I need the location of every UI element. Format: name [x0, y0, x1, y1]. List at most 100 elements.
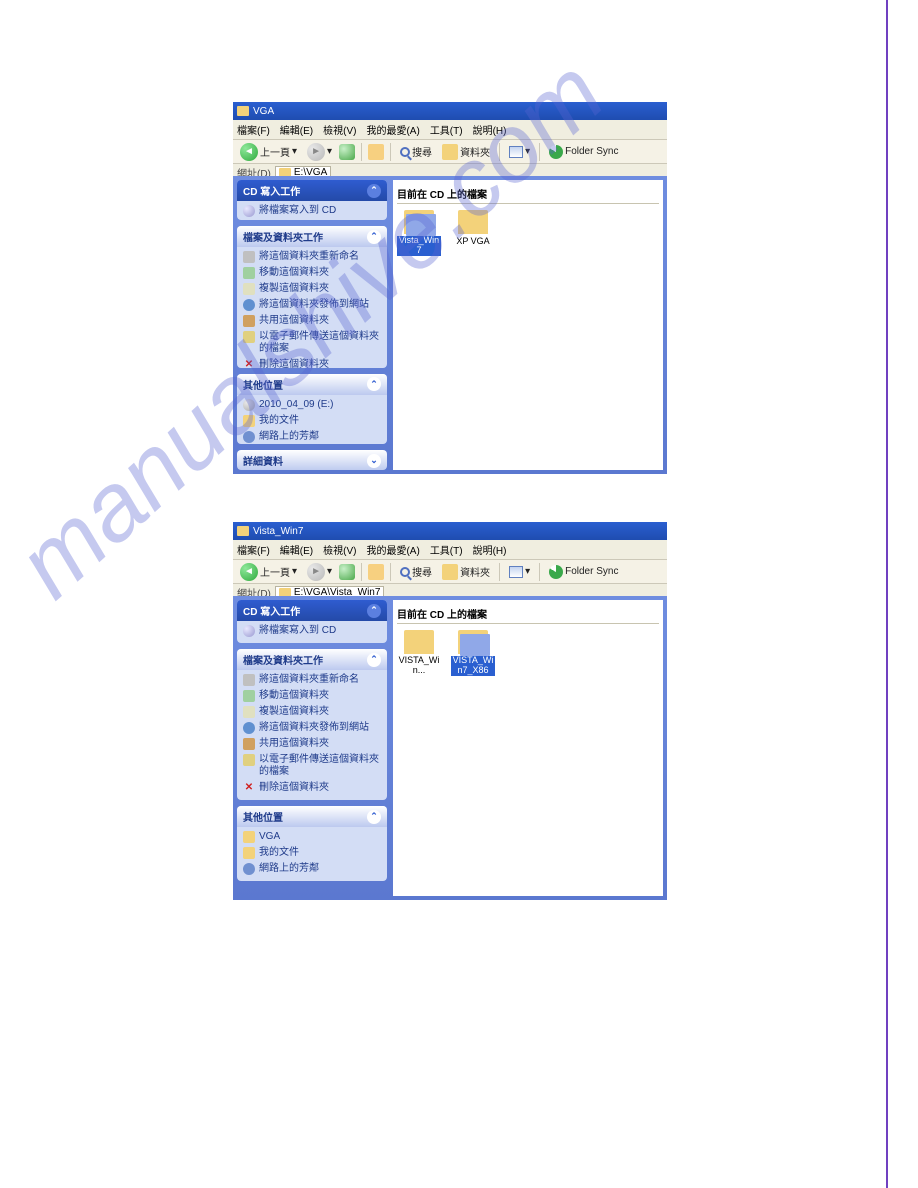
menu-favorites[interactable]: 我的最愛(A): [366, 542, 419, 557]
home-button[interactable]: [368, 564, 384, 580]
delete-icon: ✕: [243, 359, 255, 368]
task-rename[interactable]: 將這個資料夾重新命名: [243, 251, 381, 263]
folder-item[interactable]: VISTA_Win...: [397, 630, 441, 676]
place-docs[interactable]: 我的文件: [243, 415, 381, 427]
search-icon: [400, 567, 410, 577]
task-label: 將這個資料夾重新命名: [259, 251, 359, 263]
task-email[interactable]: 以電子郵件傳送這個資料夾的檔案: [243, 754, 381, 778]
panel-body: 將檔案寫入到 CD: [237, 201, 387, 220]
task-label: 將這個資料夾重新命名: [259, 674, 359, 686]
foldersync-button[interactable]: Folder Sync: [546, 564, 621, 580]
menu-help[interactable]: 說明(H): [473, 542, 507, 557]
task-publish[interactable]: 將這個資料夾發佈到網站: [243, 722, 381, 734]
menu-favorites[interactable]: 我的最愛(A): [366, 122, 419, 137]
search-label: 搜尋: [412, 564, 432, 579]
window-title: Vista_Win7: [253, 526, 303, 537]
chevron-up-icon: ⌃: [367, 184, 381, 198]
folder-item[interactable]: VISTA_Win7_X86: [451, 630, 495, 676]
task-delete[interactable]: ✕刪除這個資料夾: [243, 359, 381, 368]
window-body: CD 寫入工作 ⌃ 將檔案寫入到 CD 檔案及資料夾工作 ⌃ 將這個資料夾重新命…: [233, 596, 667, 900]
back-arrow-icon: ◄: [240, 143, 258, 161]
home-button[interactable]: [368, 144, 384, 160]
globe-icon: [243, 722, 255, 734]
place-vga[interactable]: VGA: [243, 831, 381, 843]
menubar: 檔案(F) 編輯(E) 檢視(V) 我的最愛(A) 工具(T) 說明(H): [233, 540, 667, 560]
task-copy[interactable]: 複製這個資料夾: [243, 706, 381, 718]
panel-body: 將這個資料夾重新命名 移動這個資料夾 複製這個資料夾 將這個資料夾發佈到網站 共…: [237, 247, 387, 368]
folder-icon: [458, 630, 488, 654]
place-network[interactable]: 網路上的芳鄰: [243, 863, 381, 875]
panel-header-file[interactable]: 檔案及資料夾工作 ⌃: [237, 649, 387, 670]
back-button[interactable]: ◄ 上一頁 ▾: [237, 142, 300, 162]
titlebar[interactable]: VGA: [233, 102, 667, 120]
task-share[interactable]: 共用這個資料夾: [243, 738, 381, 750]
up-button[interactable]: [339, 564, 355, 580]
place-drive[interactable]: 2010_04_09 (E:): [243, 399, 381, 411]
menu-view[interactable]: 檢視(V): [323, 542, 356, 557]
toolbar-separator: [361, 563, 362, 581]
toolbar-separator: [499, 143, 500, 161]
task-copy[interactable]: 複製這個資料夾: [243, 283, 381, 295]
copy-icon: [243, 283, 255, 295]
content-pane[interactable]: 目前在 CD 上的檔案 VISTA_Win... VISTA_Win7_X86: [393, 600, 663, 896]
menu-edit[interactable]: 編輯(E): [280, 542, 313, 557]
place-label: 網路上的芳鄰: [259, 431, 319, 443]
search-button[interactable]: 搜尋: [397, 563, 435, 580]
panel-header-other[interactable]: 其他位置 ⌃: [237, 374, 387, 395]
folder-label: VISTA_Win...: [397, 656, 441, 676]
panel-header-cd[interactable]: CD 寫入工作 ⌃: [237, 600, 387, 621]
content-pane[interactable]: 目前在 CD 上的檔案 Vista_Win7 XP VGA: [393, 180, 663, 470]
folder-icon: [237, 526, 249, 536]
forward-button[interactable]: ► ▾: [304, 142, 335, 162]
task-label: 以電子郵件傳送這個資料夾的檔案: [259, 331, 381, 355]
panel-header-other[interactable]: 其他位置 ⌃: [237, 806, 387, 827]
task-label: 複製這個資料夾: [259, 283, 329, 295]
task-delete[interactable]: ✕刪除這個資料夾: [243, 782, 381, 794]
task-label: 以電子郵件傳送這個資料夾的檔案: [259, 754, 381, 778]
task-label: 將這個資料夾發佈到網站: [259, 299, 369, 311]
folder-item[interactable]: Vista_Win7: [397, 210, 441, 256]
titlebar[interactable]: Vista_Win7: [233, 522, 667, 540]
dropdown-icon: ▾: [292, 566, 297, 577]
panel-header-details[interactable]: 詳細資料 ⌄: [237, 450, 387, 470]
task-move[interactable]: 移動這個資料夾: [243, 267, 381, 279]
chevron-up-icon: ⌃: [367, 810, 381, 824]
place-docs[interactable]: 我的文件: [243, 847, 381, 859]
folder-icon: [458, 210, 488, 234]
back-button[interactable]: ◄ 上一頁 ▾: [237, 562, 300, 582]
task-email[interactable]: 以電子郵件傳送這個資料夾的檔案: [243, 331, 381, 355]
search-button[interactable]: 搜尋: [397, 143, 435, 160]
panel-cd-tasks: CD 寫入工作 ⌃ 將檔案寫入到 CD: [237, 600, 387, 643]
folders-button[interactable]: 資料夾: [439, 143, 493, 161]
task-label: 將檔案寫入到 CD: [259, 625, 336, 637]
place-network[interactable]: 網路上的芳鄰: [243, 431, 381, 443]
task-rename[interactable]: 將這個資料夾重新命名: [243, 674, 381, 686]
place-label: VGA: [259, 831, 280, 843]
menu-view[interactable]: 檢視(V): [323, 122, 356, 137]
menu-edit[interactable]: 編輯(E): [280, 122, 313, 137]
menu-file[interactable]: 檔案(F): [237, 542, 270, 557]
panel-header-file[interactable]: 檔案及資料夾工作 ⌃: [237, 226, 387, 247]
task-publish[interactable]: 將這個資料夾發佈到網站: [243, 299, 381, 311]
task-write-cd[interactable]: 將檔案寫入到 CD: [243, 625, 381, 637]
toolbar-separator: [390, 143, 391, 161]
views-button[interactable]: ▾: [506, 145, 533, 159]
up-button[interactable]: [339, 144, 355, 160]
search-label: 搜尋: [412, 144, 432, 159]
foldersync-button[interactable]: Folder Sync: [546, 144, 621, 160]
menu-help[interactable]: 說明(H): [473, 122, 507, 137]
cd-icon: [243, 625, 255, 637]
task-move[interactable]: 移動這個資料夾: [243, 690, 381, 702]
views-button[interactable]: ▾: [506, 565, 533, 579]
menu-tools[interactable]: 工具(T): [430, 542, 463, 557]
folders-button[interactable]: 資料夾: [439, 563, 493, 581]
menu-tools[interactable]: 工具(T): [430, 122, 463, 137]
panel-header-cd[interactable]: CD 寫入工作 ⌃: [237, 180, 387, 201]
task-write-cd[interactable]: 將檔案寫入到 CD: [243, 205, 381, 217]
task-label: 刪除這個資料夾: [259, 782, 329, 794]
forward-button[interactable]: ► ▾: [304, 562, 335, 582]
task-share[interactable]: 共用這個資料夾: [243, 315, 381, 327]
menu-file[interactable]: 檔案(F): [237, 122, 270, 137]
folder-item[interactable]: XP VGA: [451, 210, 495, 256]
panel-title: 詳細資料: [243, 453, 283, 468]
